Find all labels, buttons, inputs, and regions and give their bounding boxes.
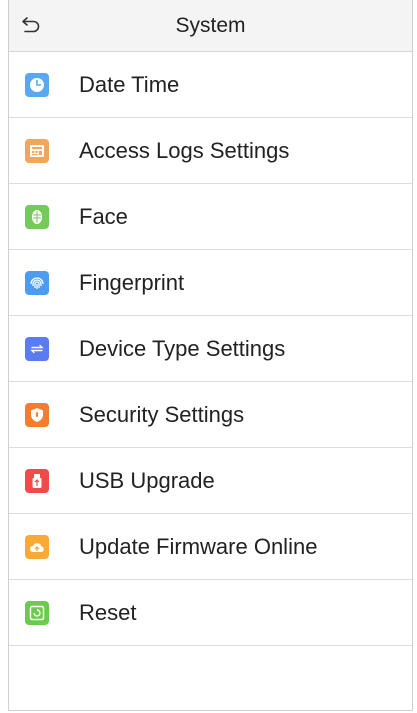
menu-item-label: Reset bbox=[79, 599, 137, 625]
menu-item-update-firmware-online[interactable]: Update Firmware Online bbox=[9, 514, 412, 580]
menu-item-security-settings[interactable]: Security Settings bbox=[9, 382, 412, 448]
menu-item-label: Device Type Settings bbox=[79, 335, 286, 361]
menu-item-fingerprint[interactable]: Fingerprint bbox=[9, 250, 412, 316]
page-title: System bbox=[175, 14, 246, 37]
menu-item-device-type-settings[interactable]: Device Type Settings bbox=[9, 316, 412, 382]
menu-item-label: Date Time bbox=[79, 71, 180, 97]
system-screen: System Date Time Access Logs Settings Fa… bbox=[8, 0, 413, 711]
header-bar: System bbox=[9, 0, 412, 52]
menu-item-usb-upgrade[interactable]: USB Upgrade bbox=[9, 448, 412, 514]
cloud-upload-icon bbox=[25, 534, 49, 559]
menu-item-reset[interactable]: Reset bbox=[9, 580, 412, 646]
system-menu: Date Time Access Logs Settings Face Fing… bbox=[9, 52, 412, 646]
menu-item-label: Face bbox=[79, 203, 128, 229]
reset-icon bbox=[25, 600, 49, 625]
clock-icon bbox=[25, 72, 49, 97]
face-icon bbox=[25, 204, 49, 229]
fingerprint-icon bbox=[25, 270, 49, 295]
menu-item-label: Fingerprint bbox=[79, 269, 185, 295]
log-icon bbox=[25, 138, 49, 163]
menu-item-label: Access Logs Settings bbox=[79, 137, 290, 163]
shield-icon bbox=[25, 402, 49, 427]
menu-item-access-logs-settings[interactable]: Access Logs Settings bbox=[9, 118, 412, 184]
menu-item-label: Update Firmware Online bbox=[79, 533, 318, 559]
menu-item-label: USB Upgrade bbox=[79, 467, 215, 493]
usb-icon bbox=[25, 468, 49, 493]
menu-item-face[interactable]: Face bbox=[9, 184, 412, 250]
menu-item-label: Security Settings bbox=[79, 401, 245, 427]
device-type-icon bbox=[25, 336, 49, 361]
menu-item-date-time[interactable]: Date Time bbox=[9, 52, 412, 118]
